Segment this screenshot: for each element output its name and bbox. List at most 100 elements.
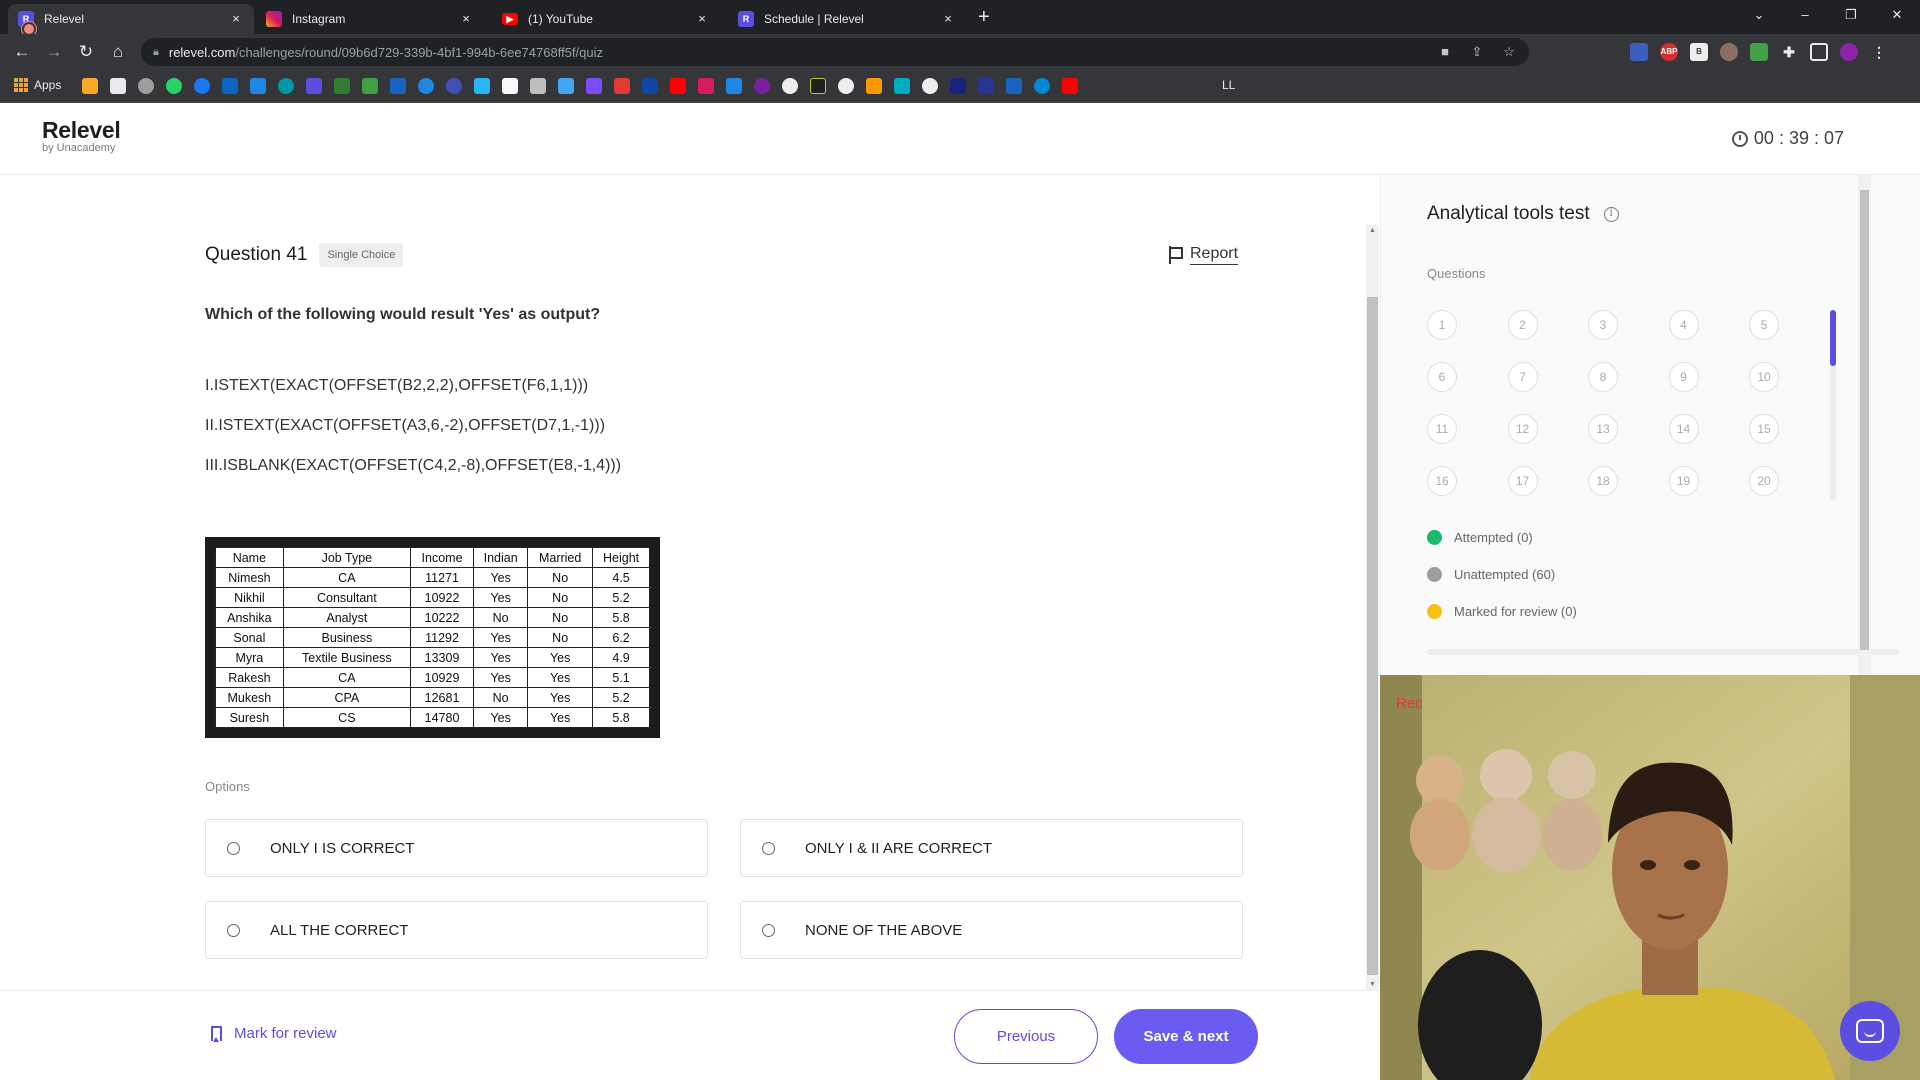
save-next-button[interactable]: Save & next [1114,1009,1258,1064]
question-nav-button[interactable]: 17 [1507,466,1538,496]
cloud-icon[interactable] [474,78,490,94]
question-nav-button[interactable]: 10 [1749,362,1779,392]
question-nav-button[interactable]: 16 [1427,466,1457,496]
question-nav-button[interactable]: 14 [1668,414,1699,444]
relevel-logo[interactable]: Relevel by Unacademy [42,117,121,154]
extension-icon[interactable] [1630,43,1648,61]
bookmark-icon[interactable] [250,78,266,94]
option-4[interactable]: NONE OF THE ABOVE [740,901,1243,959]
close-window-button[interactable]: ✕ [1874,0,1920,30]
bookmark-icon[interactable] [782,78,798,94]
bookmark-icon[interactable] [418,78,434,94]
youtube-icon[interactable] [670,78,686,94]
linkedin-icon[interactable] [222,78,238,94]
bookmark-icon[interactable] [586,78,602,94]
tab-close-icon[interactable]: × [228,11,244,27]
bookmark-icon[interactable] [558,78,574,94]
gmail-icon[interactable] [110,78,126,94]
question-nav-button[interactable]: 15 [1749,414,1779,444]
chat-support-button[interactable] [1840,1001,1900,1061]
question-nav-button[interactable]: 2 [1507,310,1538,340]
menu-icon[interactable]: ⋮ [1870,43,1888,61]
browser-tab-instagram[interactable]: Instagram × [256,4,484,34]
home-icon[interactable]: ⌂ [106,41,130,65]
scroll-up-icon[interactable]: ▲ [1369,227,1376,234]
scroll-down-icon[interactable]: ▼ [1369,981,1376,988]
whatsapp-icon[interactable] [166,78,182,94]
bookmark-icon[interactable] [1006,78,1022,94]
address-bar[interactable]: 🔒︎ relevel.com /challenges/round/09b6d72… [141,38,1529,66]
question-nav-button[interactable]: 11 [1427,414,1457,444]
radio-button[interactable] [762,841,775,855]
extension-icon[interactable] [1750,43,1768,61]
facebook-icon[interactable] [194,78,210,94]
bookmark-icon[interactable] [1034,78,1050,94]
bookmark-icon[interactable] [950,78,966,94]
scrollbar-thumb[interactable] [1860,190,1869,650]
extension-icon[interactable]: B [1690,43,1708,61]
instagram-icon[interactable] [698,78,714,94]
panel-horizontal-scrollbar[interactable] [1427,649,1899,655]
translate-icon[interactable] [726,78,742,94]
bookmark-icon[interactable] [446,78,462,94]
bookmark-icon[interactable] [530,78,546,94]
browser-tab-relevel[interactable]: R Relevel × [8,4,254,34]
bookmark-icon[interactable] [642,78,658,94]
question-nav-button[interactable]: 7 [1507,362,1538,392]
tab-search-icon[interactable]: ⌄ [1736,0,1782,30]
question-grid-scroll-thumb[interactable] [1830,310,1836,366]
question-nav-button[interactable]: 13 [1588,414,1618,444]
new-tab-button[interactable]: + [978,6,990,29]
profile-avatar[interactable] [1840,43,1858,61]
bookmark-icon[interactable] [362,78,378,94]
question-nav-button[interactable]: 12 [1507,414,1538,444]
scrollbar-thumb[interactable] [1367,297,1378,975]
radio-button[interactable] [227,841,240,855]
tab-close-icon[interactable]: × [940,11,956,27]
option-1[interactable]: ONLY I IS CORRECT [205,819,708,877]
question-nav-button[interactable]: 20 [1749,466,1779,496]
bookmark-ll[interactable]: LL [1222,78,1235,92]
camera-icon[interactable]: ■ [1437,44,1453,60]
radio-button[interactable] [227,923,240,937]
question-nav-button[interactable]: 4 [1668,310,1699,340]
bookmark-icon[interactable] [810,78,826,94]
extension-icon[interactable] [1720,43,1738,61]
question-nav-button[interactable]: 18 [1588,466,1618,496]
reload-icon[interactable]: ↻ [74,41,98,65]
puzzle-icon[interactable]: ✚ [1780,43,1798,61]
minimize-button[interactable]: – [1782,0,1828,30]
option-3[interactable]: ALL THE CORRECT [205,901,708,959]
question-nav-button[interactable]: 5 [1749,310,1779,340]
back-icon[interactable]: ← [10,41,34,65]
bookmark-apps[interactable]: Apps [14,78,61,92]
adblock-icon[interactable]: ABP [1660,43,1678,61]
bookmark-icon[interactable] [278,78,294,94]
share-icon[interactable]: ⇪ [1469,44,1485,60]
question-nav-button[interactable]: 1 [1427,310,1457,340]
bookmark-icon[interactable] [390,78,406,94]
panel-vertical-scrollbar[interactable] [1858,175,1871,675]
browser-tab-schedule[interactable]: R Schedule | Relevel × [728,4,966,34]
browser-tab-youtube[interactable]: ▶ (1) YouTube × [492,4,720,34]
mark-for-review-button[interactable]: Mark for review [211,1025,337,1042]
restore-button[interactable]: ❐ [1828,0,1874,30]
info-icon[interactable]: i [1603,206,1619,222]
tab-close-icon[interactable]: × [458,11,474,27]
bookmark-folder-icon[interactable] [82,78,98,94]
relevel-icon[interactable] [306,78,322,94]
question-nav-button[interactable]: 19 [1668,466,1699,496]
bookmark-star-icon[interactable]: ☆ [1501,44,1517,60]
bookmark-icon[interactable] [754,78,770,94]
settings-icon[interactable] [138,78,154,94]
bookmark-icon[interactable] [922,78,938,94]
amazon-icon[interactable] [502,78,518,94]
question-nav-button[interactable]: 9 [1668,362,1699,392]
forward-icon[interactable]: → [42,41,66,65]
radio-button[interactable] [762,923,775,937]
github-icon[interactable] [838,78,854,94]
side-panel-icon[interactable] [1810,43,1828,61]
question-scrollbar[interactable]: ▲ ▼ [1366,225,1379,990]
youtube-icon[interactable] [1062,78,1078,94]
question-nav-button[interactable]: 3 [1588,310,1618,340]
